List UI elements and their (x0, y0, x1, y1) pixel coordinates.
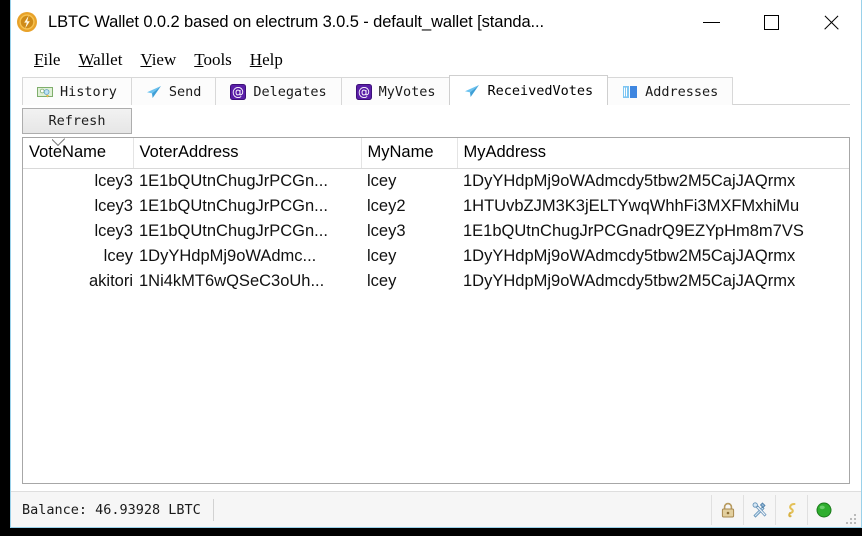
tab-label-addresses: Addresses (645, 84, 718, 100)
cell-voteraddress: 1Ni4kMT6wQSeC3oUh... (133, 269, 361, 294)
cell-voteraddress: 1E1bQUtnChugJrPCGn... (133, 219, 361, 244)
title-bar[interactable]: LBTC Wallet 0.0.2 based on electrum 3.0.… (11, 0, 861, 45)
table-row[interactable]: akitori 1Ni4kMT6wQSeC3oUh... lcey 1DyYHd… (23, 269, 849, 294)
table-row[interactable]: lcey 1DyYHdpMj9oWAdmc... lcey 1DyYHdpMj9… (23, 244, 849, 269)
cell-myname: lcey2 (361, 194, 457, 219)
resize-grip-icon[interactable] (843, 509, 859, 525)
table-body: lcey3 1E1bQUtnChugJrPCGn... lcey 1DyYHdp… (23, 169, 849, 294)
menu-label-file: ile (43, 50, 60, 69)
pane-toolbar: Refresh (22, 105, 850, 137)
cell-myaddress: 1E1bQUtnChugJrPCGnadrQ9EZYpHm8m7VS (457, 219, 849, 244)
tab-history[interactable]: History (22, 77, 132, 105)
column-header-myname[interactable]: MyName (361, 138, 457, 169)
column-header-voteraddress[interactable]: VoterAddress (133, 138, 361, 169)
maximize-icon (764, 15, 779, 30)
cell-myname: lcey (361, 169, 457, 194)
tab-send[interactable]: Send (131, 77, 217, 105)
maximize-button[interactable] (741, 0, 801, 44)
menu-item-tools[interactable]: Tools (185, 48, 241, 72)
menu-label-help: elp (262, 50, 283, 69)
preferences-button[interactable] (743, 495, 775, 525)
tab-bar: History Send @ Delegates (11, 75, 861, 105)
receivedvotes-pane: Refresh VoteName V (11, 105, 861, 491)
menu-accel-help: H (250, 50, 262, 69)
table-row[interactable]: lcey3 1E1bQUtnChugJrPCGn... lcey 1DyYHdp… (23, 169, 849, 194)
menu-bar: File Wallet View Tools Help (11, 45, 861, 75)
column-header-myaddress[interactable]: MyAddress (457, 138, 849, 169)
tab-label-history: History (60, 84, 117, 100)
close-icon (822, 13, 841, 32)
column-header-voteraddress-label: VoterAddress (140, 143, 239, 161)
cell-votename: lcey3 (23, 219, 133, 244)
table-row[interactable]: lcey3 1E1bQUtnChugJrPCGn... lcey2 1HTUvb… (23, 194, 849, 219)
at-sign-purple-icon: @ (356, 84, 372, 100)
column-header-myname-label: MyName (368, 143, 434, 161)
paper-plane-icon (464, 83, 480, 99)
cell-votename: lcey (23, 244, 133, 269)
status-divider (213, 499, 214, 521)
menu-label-wallet: allet (93, 50, 122, 69)
address-book-icon (622, 84, 638, 100)
cell-myaddress: 1HTUvbZJM3K3jELTYwqWhhFi3MXFMxhiMu (457, 194, 849, 219)
sort-descending-icon (52, 138, 65, 146)
cell-votename: akitori (23, 269, 133, 294)
tab-addresses[interactable]: Addresses (607, 77, 733, 105)
network-status-icon (815, 501, 833, 519)
cell-myaddress: 1DyYHdpMj9oWAdmcdy5tbw2M5CajJAQrmx (457, 244, 849, 269)
minimize-button[interactable] (681, 0, 741, 44)
minimize-icon (703, 22, 720, 23)
lock-icon (719, 501, 737, 519)
tab-label-delegates: Delegates (253, 84, 326, 100)
seed-icon (783, 501, 801, 519)
menu-item-help[interactable]: Help (241, 48, 292, 72)
menu-accel-wallet: W (78, 50, 93, 69)
svg-text:@: @ (358, 85, 370, 99)
menu-label-view: iew (152, 50, 177, 69)
table-header-row: VoteName VoterAddress MyName MyAddress (23, 138, 849, 169)
cell-votename: lcey3 (23, 169, 133, 194)
window-title: LBTC Wallet 0.0.2 based on electrum 3.0.… (48, 13, 544, 32)
seed-button[interactable] (775, 495, 807, 525)
cell-myname: lcey3 (361, 219, 457, 244)
network-status-button[interactable] (807, 495, 839, 525)
menu-item-file[interactable]: File (25, 48, 69, 72)
received-votes-table: VoteName VoterAddress MyName MyAddress (22, 137, 850, 484)
tab-receivedvotes[interactable]: ReceivedVotes (449, 75, 608, 105)
lock-button[interactable] (711, 495, 743, 525)
column-header-myaddress-label: MyAddress (464, 143, 547, 161)
refresh-button[interactable]: Refresh (22, 108, 132, 134)
paper-plane-icon (146, 84, 162, 100)
close-button[interactable] (801, 0, 861, 44)
cell-myaddress: 1DyYHdpMj9oWAdmcdy5tbw2M5CajJAQrmx (457, 169, 849, 194)
tab-label-receivedvotes: ReceivedVotes (487, 83, 593, 99)
lbtc-coin-icon (16, 11, 38, 33)
cell-myaddress: 1DyYHdpMj9oWAdmcdy5tbw2M5CajJAQrmx (457, 269, 849, 294)
tab-myvotes[interactable]: @ MyVotes (341, 77, 451, 105)
table-row[interactable]: lcey3 1E1bQUtnChugJrPCGn... lcey3 1E1bQU… (23, 219, 849, 244)
tab-label-myvotes: MyVotes (379, 84, 436, 100)
menu-item-wallet[interactable]: Wallet (69, 48, 131, 72)
app-window: LBTC Wallet 0.0.2 based on electrum 3.0.… (10, 0, 862, 528)
balance-label: Balance: 46.93928 LBTC (18, 502, 211, 518)
cell-myname: lcey (361, 269, 457, 294)
at-sign-purple-icon: @ (230, 84, 246, 100)
menu-accel-view: V (140, 50, 151, 69)
svg-text:@: @ (232, 85, 244, 99)
cell-voteraddress: 1DyYHdpMj9oWAdmc... (133, 244, 361, 269)
window-controls (681, 0, 861, 44)
cell-voteraddress: 1E1bQUtnChugJrPCGn... (133, 169, 361, 194)
tab-label-send: Send (169, 84, 202, 100)
status-bar: Balance: 46.93928 LBTC (11, 491, 861, 527)
tab-delegates[interactable]: @ Delegates (215, 77, 341, 105)
banknote-icon (37, 84, 53, 100)
tools-icon (751, 501, 769, 519)
status-icon-group (711, 492, 861, 527)
cell-votename: lcey3 (23, 194, 133, 219)
column-header-votename-label: VoteName (29, 143, 106, 161)
cell-voteraddress: 1E1bQUtnChugJrPCGn... (133, 194, 361, 219)
menu-label-tools: ools (203, 50, 231, 69)
menu-item-view[interactable]: View (131, 48, 185, 72)
cell-myname: lcey (361, 244, 457, 269)
column-header-votename[interactable]: VoteName (23, 138, 133, 169)
